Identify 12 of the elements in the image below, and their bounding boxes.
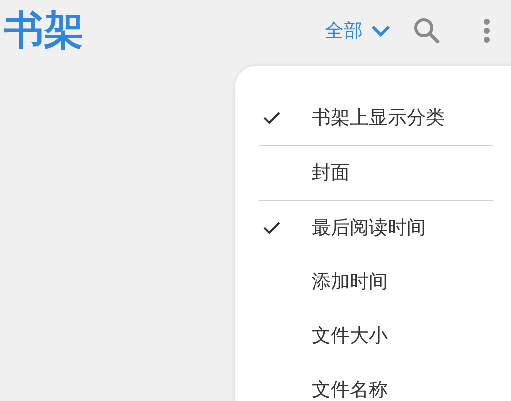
more-button[interactable] [483,18,491,44]
menu-item[interactable]: 封面 [235,146,511,200]
menu-item[interactable]: 书架上显示分类 [235,91,511,145]
menu-item[interactable]: 添加时间 [235,255,511,309]
menu-item[interactable]: 最后阅读时间 [235,201,511,255]
menu-item[interactable]: 文件大小 [235,309,511,363]
search-icon [413,17,441,45]
search-button[interactable] [413,17,441,45]
chevron-down-icon [371,24,391,38]
page-title: 书架 [4,11,84,51]
more-icon [483,18,491,44]
menu-item[interactable]: 文件名称 [235,363,511,401]
